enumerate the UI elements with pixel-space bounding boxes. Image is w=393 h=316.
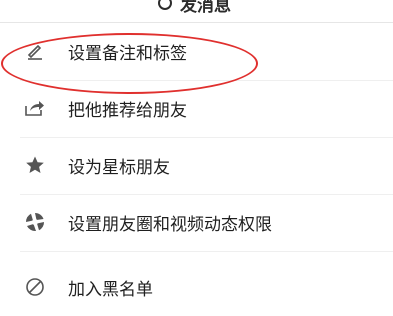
edit-icon bbox=[24, 40, 46, 62]
moments-icon bbox=[24, 211, 46, 233]
menu-item-label: 设置朋友圈和视频动态权限 bbox=[68, 214, 272, 235]
divider bbox=[20, 251, 393, 252]
block-icon bbox=[24, 276, 46, 298]
menu-item-moments-and-video-permissions[interactable]: 设置朋友圈和视频动态权限 bbox=[0, 193, 393, 251]
menu-item-recommend-to-friend[interactable]: 把他推荐给朋友 bbox=[0, 79, 393, 137]
menu-item-set-starred-friend[interactable]: 设为星标朋友 bbox=[0, 136, 393, 194]
menu-item-set-remark-and-tags[interactable]: 设置备注和标签 bbox=[0, 22, 393, 80]
menu-item-label: 设为星标朋友 bbox=[68, 157, 170, 178]
message-bubble-icon bbox=[158, 0, 172, 10]
top-bar: 发消息 bbox=[0, 0, 393, 23]
contact-action-menu: 设置备注和标签 把他推荐给朋友 设为星标朋友 设置朋友圈和视频动态权限 加入黑名… bbox=[0, 22, 393, 300]
menu-item-label: 把他推荐给朋友 bbox=[68, 100, 187, 121]
menu-item-label: 设置备注和标签 bbox=[68, 43, 187, 64]
menu-item-label: 加入黑名单 bbox=[68, 279, 153, 300]
send-message-label: 发消息 bbox=[180, 0, 231, 16]
star-icon bbox=[24, 154, 46, 176]
share-icon bbox=[24, 97, 46, 119]
send-message-button[interactable]: 发消息 bbox=[158, 0, 231, 16]
menu-item-add-to-blacklist[interactable]: 加入黑名单 bbox=[0, 258, 393, 316]
